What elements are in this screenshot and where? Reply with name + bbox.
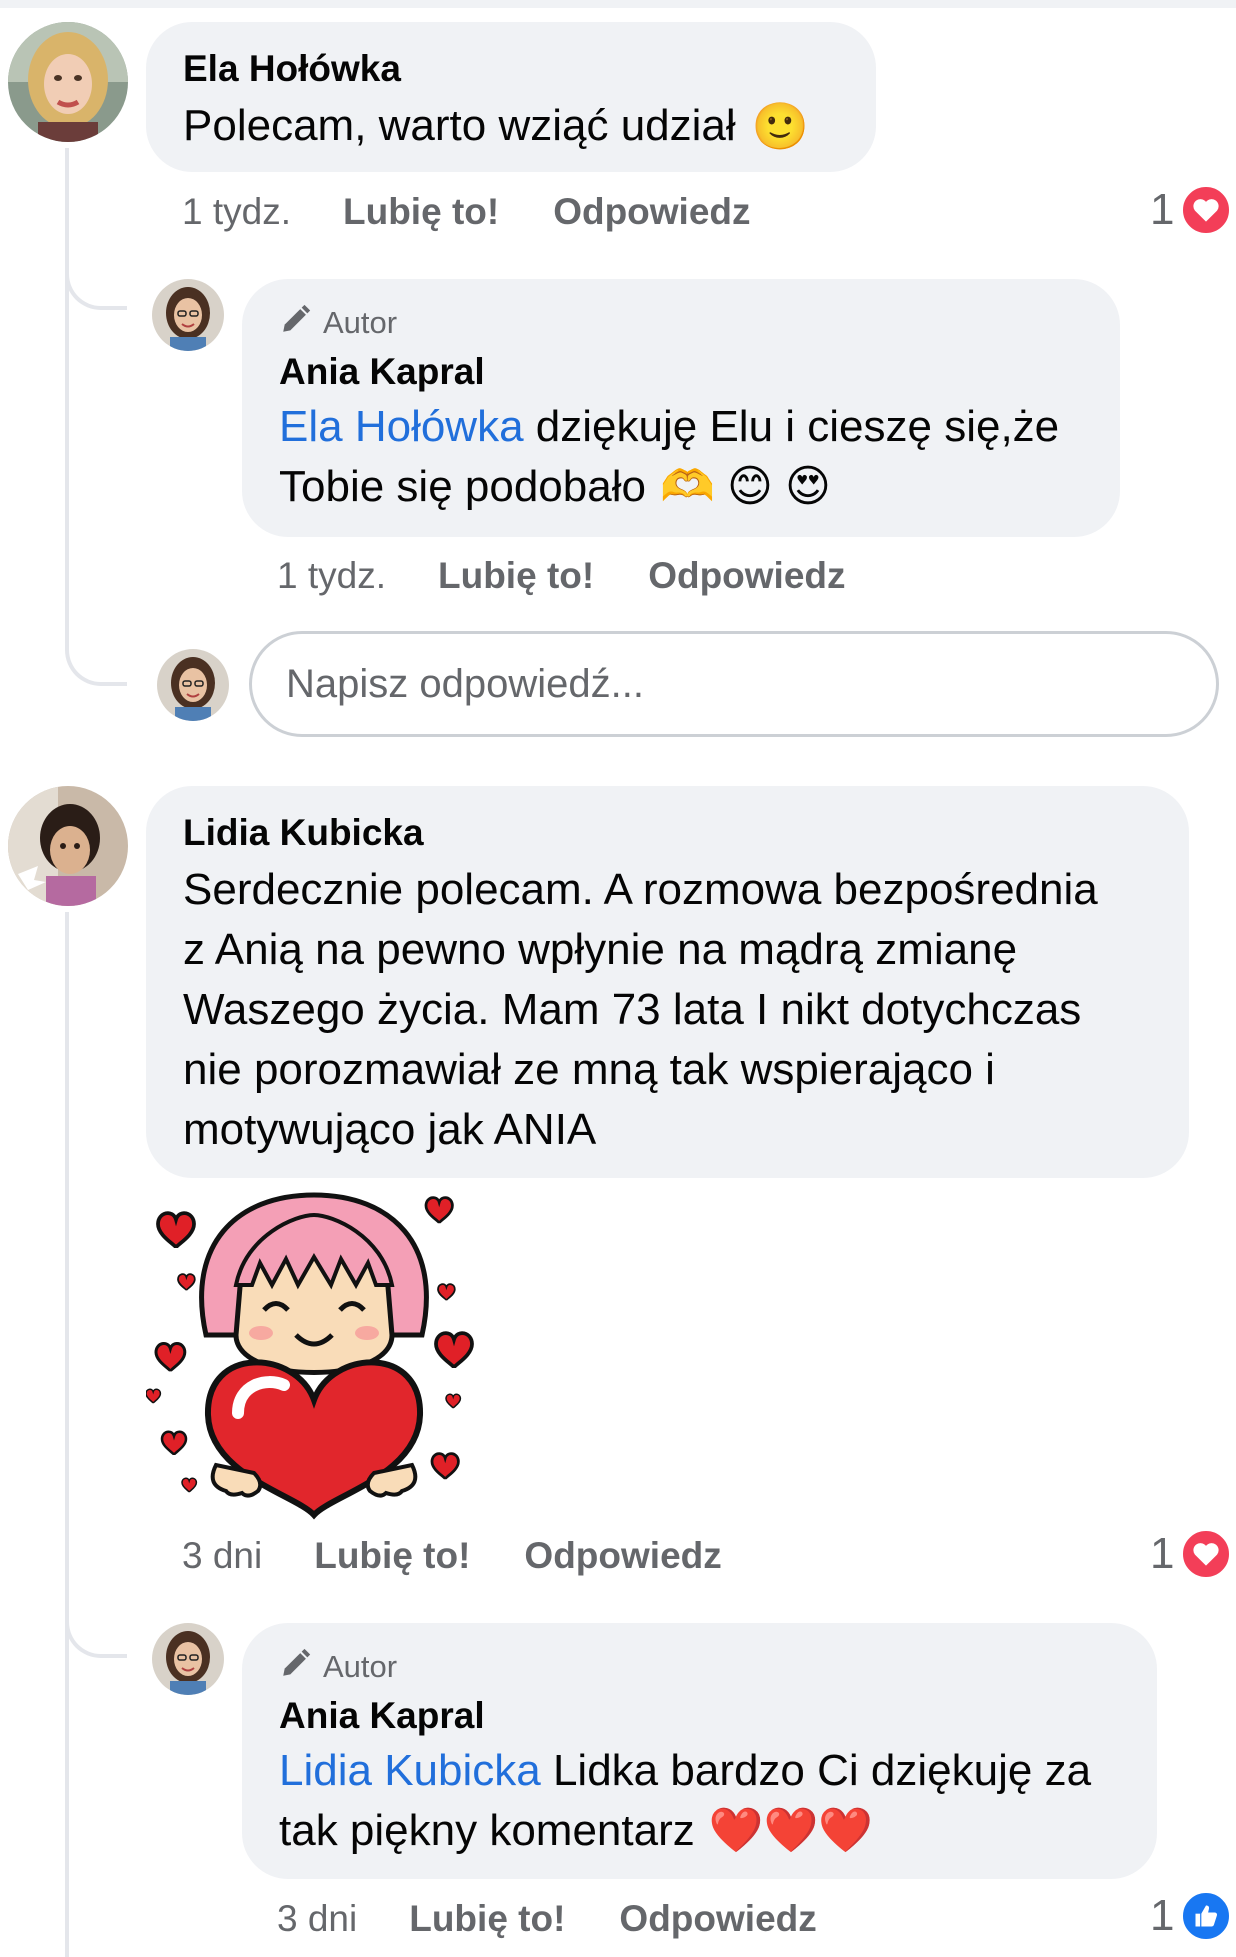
thread-branch — [65, 630, 127, 686]
comment-text-line: z Anią na pewno wpłynie na mądrą zmianę — [183, 925, 1018, 974]
reply-text-line2: Tobie się podobało — [279, 462, 646, 511]
pen-icon — [279, 1646, 313, 1688]
reply-text-line1: Lidka bardzo Ci dziękuję za — [540, 1746, 1092, 1795]
red-hearts-emoji-icon: ❤️❤️❤️ — [708, 1806, 874, 1855]
reaction-summary[interactable]: 1 — [1150, 1884, 1233, 1948]
reply-bubble: Autor Ania Kapral Ela Hołówka dziękuję E… — [242, 279, 1120, 537]
pen-icon — [279, 302, 313, 344]
top-divider — [0, 0, 1236, 8]
reply-button[interactable]: Odpowiedz — [648, 555, 845, 597]
like-button[interactable]: Lubię to! — [314, 1535, 470, 1577]
slightly-smiling-emoji-icon: 🙂 — [751, 100, 809, 152]
avatar-ania-kapral[interactable] — [152, 1623, 224, 1695]
comment-author[interactable]: Ela Hołówka — [183, 46, 876, 92]
comment-actions: 1 tydz. Lubię to! Odpowiedz — [182, 184, 751, 240]
reply-time[interactable]: 1 tydz. — [277, 555, 386, 597]
reply-input-placeholder: Napisz odpowiedź... — [286, 661, 644, 706]
thumbs-up-reaction-icon — [1180, 1890, 1233, 1942]
comment-text-line: Waszego życia. Mam 73 lata I nikt dotych… — [183, 985, 1082, 1034]
reply-text-line2: tak piękny komentarz — [279, 1806, 695, 1855]
avatar-ela-holowka[interactable] — [8, 22, 128, 142]
comment-text-line: nie porozmawiał ze mną tak wspierająco i — [183, 1045, 995, 1094]
heart-reaction-icon — [1180, 184, 1233, 236]
current-user-avatar — [157, 649, 229, 721]
comment-bubble: Ela Hołówka Polecam, warto wziąć udział … — [146, 22, 876, 172]
reply-button[interactable]: Odpowiedz — [553, 191, 750, 233]
reply-author[interactable]: Ania Kapral — [279, 349, 1120, 395]
reply-author[interactable]: Ania Kapral — [279, 1693, 1157, 1739]
reply-button[interactable]: Odpowiedz — [619, 1898, 816, 1940]
author-badge: Autor — [279, 301, 1120, 345]
comment-time[interactable]: 1 tydz. — [182, 191, 291, 233]
reply-actions: 1 tydz. Lubię to! Odpowiedz — [277, 548, 846, 604]
reply-input[interactable]: Napisz odpowiedź... — [249, 631, 1219, 737]
comment-actions: 3 dni Lubię to! Odpowiedz — [182, 1528, 722, 1584]
mention-link[interactable]: Lidia Kubicka — [279, 1746, 541, 1795]
comment-text-line: motywująco jak ANIA — [183, 1105, 597, 1154]
author-badge: Autor — [279, 1645, 1157, 1689]
girl-hugging-heart-sticker[interactable] — [145, 1185, 482, 1520]
comment-author[interactable]: Lidia Kubicka — [183, 810, 1189, 856]
reply-bubble: Autor Ania Kapral Lidia Kubicka Lidka ba… — [242, 1623, 1157, 1879]
reaction-count: 1 — [1150, 185, 1175, 234]
avatar-ania-kapral[interactable] — [152, 279, 224, 351]
thread-branch — [65, 1598, 127, 1658]
reaction-count: 1 — [1150, 1891, 1175, 1940]
avatar-lidia-kubicka[interactable] — [8, 786, 128, 906]
reaction-count: 1 — [1150, 1529, 1175, 1578]
comment-time[interactable]: 3 dni — [182, 1535, 262, 1577]
like-button[interactable]: Lubię to! — [438, 555, 594, 597]
reply-actions: 3 dni Lubię to! Odpowiedz — [277, 1891, 817, 1947]
comment-text: Polecam, warto wziąć udział — [183, 101, 736, 150]
mention-link[interactable]: Ela Hołówka — [279, 402, 524, 451]
reply-text-line1: dziękuję Elu i cieszę się,że — [523, 402, 1060, 451]
reply-time[interactable]: 3 dni — [277, 1898, 357, 1940]
author-badge-label: Autor — [323, 1649, 398, 1684]
comment-text-line: Serdecznie polecam. A rozmowa bezpośredn… — [183, 865, 1098, 914]
like-button[interactable]: Lubię to! — [409, 1898, 565, 1940]
thread-branch — [65, 250, 127, 310]
thread-line — [65, 912, 69, 1957]
thread-line — [65, 148, 69, 630]
heart-hands-smile-heart-eyes-emoji-icon: 🫶 😊 😍 — [659, 462, 831, 511]
comment-bubble: Lidia Kubicka Serdecznie polecam. A rozm… — [146, 786, 1189, 1178]
reply-button[interactable]: Odpowiedz — [524, 1535, 721, 1577]
reaction-summary[interactable]: 1 — [1150, 1522, 1233, 1586]
reaction-summary[interactable]: 1 — [1150, 178, 1233, 242]
author-badge-label: Autor — [323, 305, 398, 340]
like-button[interactable]: Lubię to! — [343, 191, 499, 233]
heart-reaction-icon — [1180, 1528, 1233, 1580]
